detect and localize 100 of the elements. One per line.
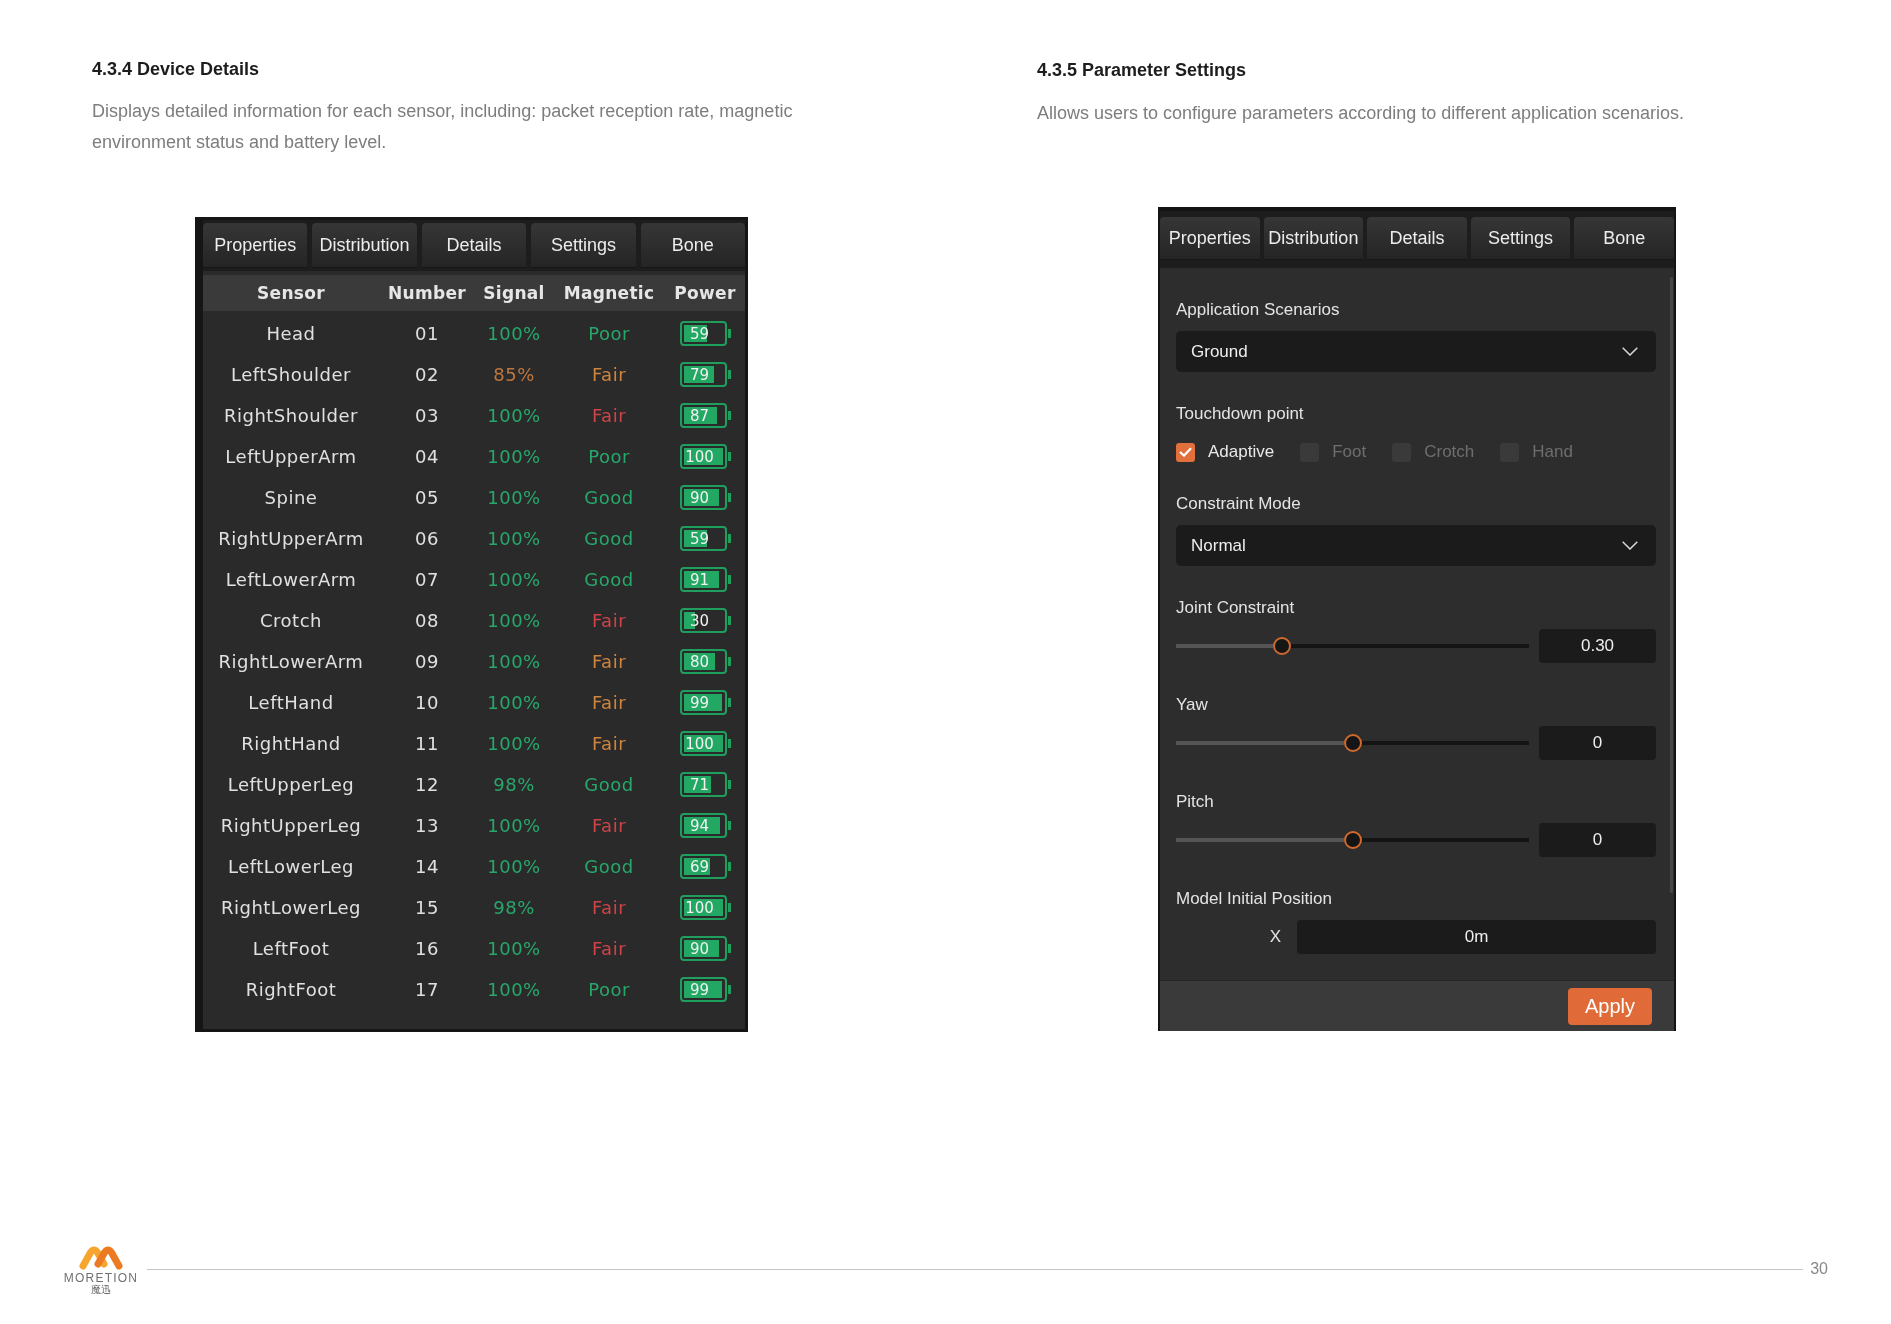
battery-percent: 100	[685, 899, 714, 916]
tab[interactable]: Settings	[531, 223, 636, 268]
magnetic-status: Good	[584, 568, 634, 591]
dropdown[interactable]: Ground	[1176, 331, 1656, 372]
tab[interactable]: Distribution	[312, 223, 417, 268]
magnetic-status: Fair	[591, 650, 627, 673]
sensor-name: RightUpperLeg	[220, 814, 362, 837]
sensor-number: 01	[415, 322, 439, 345]
sensor-name: RightFoot	[245, 978, 337, 1001]
field-label: Model Initial Position	[1176, 889, 1332, 909]
section-description: Allows users to configure parameters according to different application scenarios.	[1037, 102, 1684, 125]
value-field[interactable]: 0	[1539, 823, 1656, 857]
field-label: Yaw	[1176, 695, 1208, 715]
sensor-number: 16	[415, 937, 439, 960]
sensor-number: 05	[415, 486, 439, 509]
checkbox-label: Foot	[1332, 442, 1367, 462]
tab[interactable]: Properties	[1160, 217, 1260, 260]
magnetic-status: Fair	[591, 937, 627, 960]
magnetic-status: Poor	[588, 445, 630, 468]
tab[interactable]: Bone	[640, 223, 746, 268]
tab[interactable]: Details	[421, 223, 527, 268]
signal-strength: 100%	[487, 322, 541, 345]
battery-percent: 71	[689, 776, 710, 793]
battery-percent: 90	[689, 940, 710, 957]
magnetic-status: Good	[584, 773, 634, 796]
value-field[interactable]: 0.30	[1539, 629, 1656, 663]
battery-percent: 79	[689, 366, 710, 383]
sensor-number: 14	[415, 855, 439, 878]
tab[interactable]: Bone	[1574, 217, 1674, 260]
battery-percent: 99	[689, 981, 710, 998]
battery-percent: 87	[689, 407, 710, 424]
magnetic-status: Good	[584, 855, 634, 878]
position-field[interactable]: 0m	[1297, 920, 1656, 954]
sensor-name: RightLowerArm	[218, 650, 364, 673]
slider-thumb[interactable]	[1343, 831, 1362, 849]
field-label: Joint Constraint	[1176, 598, 1295, 618]
checkbox-label: Crotch	[1424, 442, 1475, 462]
chevron-down-icon	[1622, 541, 1638, 550]
signal-strength: 100%	[487, 404, 541, 427]
magnetic-status: Fair	[591, 732, 627, 755]
tab[interactable]: Properties	[203, 223, 308, 268]
sensor-number: 03	[415, 404, 439, 427]
signal-strength: 100%	[487, 814, 541, 837]
slider-thumb[interactable]	[1343, 734, 1362, 752]
battery-percent: 90	[689, 489, 710, 506]
sensor-name: LeftLowerArm	[225, 568, 357, 591]
column-header: Sensor	[257, 283, 325, 303]
axis-label: X	[1269, 927, 1281, 947]
column-header: Power	[674, 283, 736, 303]
sensor-number: 08	[415, 609, 439, 632]
sensor-number: 15	[415, 896, 439, 919]
dropdown[interactable]: Normal	[1176, 525, 1656, 566]
value-field[interactable]: 0	[1539, 726, 1656, 760]
sensor-name: LeftFoot	[252, 937, 330, 960]
signal-strength: 100%	[487, 568, 541, 591]
signal-strength: 100%	[487, 855, 541, 878]
section-description: Displays detailed information for each sensor, including: packet reception rate, magnetic environment status and battery level.	[92, 100, 794, 154]
magnetic-status: Fair	[591, 404, 627, 427]
slider-thumb[interactable]	[1272, 637, 1291, 655]
signal-strength: 100%	[487, 486, 541, 509]
sensor-number: 06	[415, 527, 439, 550]
sensor-number: 02	[415, 363, 439, 386]
sensor-number: 11	[415, 732, 439, 755]
magnetic-status: Good	[584, 527, 634, 550]
sensor-number: 07	[415, 568, 439, 591]
sensor-name: LeftHand	[248, 691, 334, 714]
checkbox-label: Hand	[1532, 442, 1573, 462]
magnetic-status: Fair	[591, 896, 627, 919]
checkbox[interactable]	[1176, 442, 1195, 462]
signal-strength: 100%	[487, 937, 541, 960]
sensor-number: 17	[415, 978, 439, 1001]
sensor-name: LeftShoulder	[231, 363, 351, 386]
tab[interactable]: Distribution	[1263, 217, 1364, 260]
sensor-name: Crotch	[260, 609, 322, 632]
battery-percent: 99	[689, 694, 710, 711]
sensor-name: RightShoulder	[223, 404, 359, 427]
section-heading: 4.3.5 Parameter Settings	[1037, 59, 1247, 81]
signal-strength: 85%	[493, 363, 535, 386]
logo-wordmark: MORETION	[63, 1272, 139, 1284]
battery-percent: 91	[689, 571, 710, 588]
sensor-name: LeftUpperArm	[225, 445, 357, 468]
signal-strength: 100%	[487, 978, 541, 1001]
sensor-name: Spine	[264, 486, 318, 509]
signal-strength: 100%	[487, 445, 541, 468]
battery-percent: 100	[685, 448, 714, 465]
magnetic-status: Poor	[588, 322, 630, 345]
sensor-name: LeftLowerLeg	[228, 855, 354, 878]
magnetic-status: Fair	[591, 363, 627, 386]
checkbox-label: Adaptive	[1208, 442, 1275, 462]
sensor-number: 04	[415, 445, 439, 468]
tab[interactable]: Details	[1367, 217, 1467, 260]
sensor-name: LeftUpperLeg	[227, 773, 355, 796]
magnetic-status: Fair	[591, 609, 627, 632]
battery-percent: 94	[689, 817, 710, 834]
field-label: Constraint Mode	[1176, 494, 1301, 514]
tab[interactable]: Settings	[1470, 217, 1571, 260]
field-label: Touchdown point	[1176, 404, 1304, 424]
battery-percent: 100	[685, 735, 714, 752]
column-header: Magnetic	[563, 283, 655, 303]
signal-strength: 98%	[493, 896, 535, 919]
